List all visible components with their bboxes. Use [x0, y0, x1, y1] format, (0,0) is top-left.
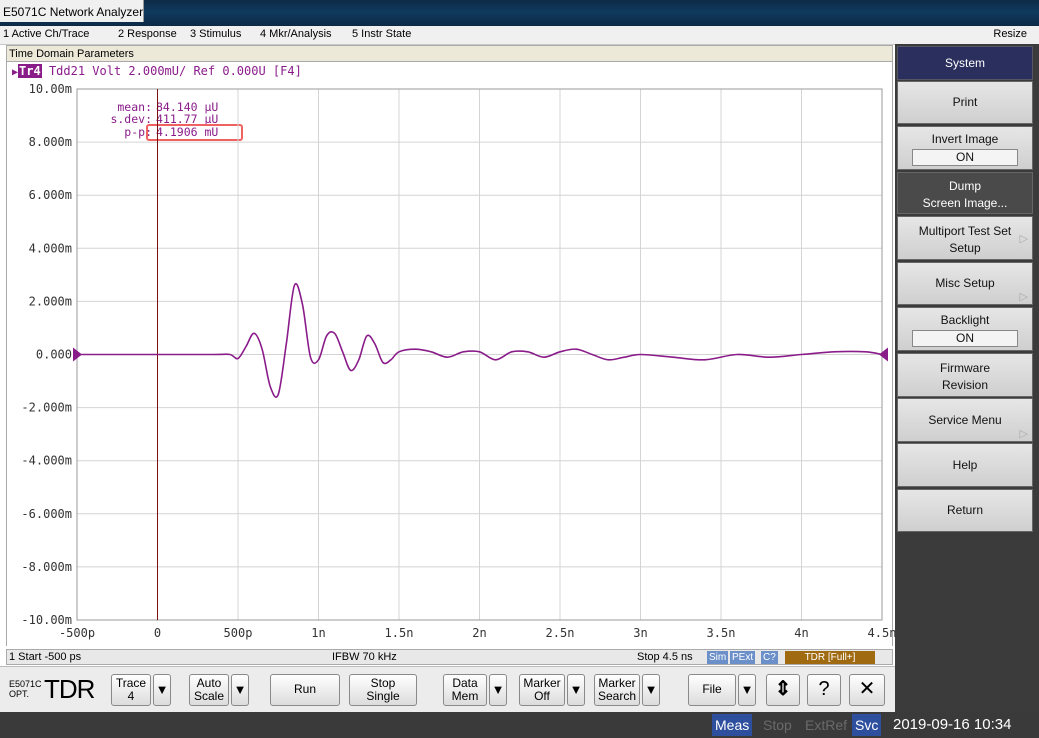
y-tick-label: -8.000m	[21, 560, 72, 574]
x-tick-label: 3.5n	[707, 626, 736, 640]
y-tick-label: -2.000m	[21, 401, 72, 415]
x-tick-label: 4n	[794, 626, 808, 640]
marker-search-dropdown-icon[interactable]: ▼	[642, 674, 660, 706]
backlight-state: ON	[912, 330, 1018, 347]
softkey-panel: System Print Invert Image ON Dump Screen …	[895, 44, 1039, 712]
softkey-dump-screen-image[interactable]: Dump Screen Image...	[897, 172, 1033, 214]
extref-indicator: ExtRef	[805, 717, 848, 733]
badge-cal: C?	[761, 651, 778, 664]
auto-scale-dropdown-icon[interactable]: ▼	[231, 674, 249, 706]
marker-search-button[interactable]: Marker Search	[594, 674, 640, 706]
softkey-return[interactable]: Return	[897, 489, 1033, 532]
y-tick-label: 10.00m	[29, 82, 72, 96]
x-tick-label: 1.5n	[385, 626, 414, 640]
file-dropdown-icon[interactable]: ▼	[738, 674, 756, 706]
x-tick-label: -500p	[59, 626, 95, 640]
x-tick-label: 0	[154, 626, 161, 640]
x-tick-label: 2.5n	[546, 626, 575, 640]
badge-pext: PExt	[730, 651, 756, 664]
badge-sim: Sim	[707, 651, 729, 664]
submenu-arrow-icon: ▷	[1019, 233, 1028, 245]
datetime: 2019-09-16 10:34	[893, 716, 1012, 733]
y-tick-label: -10.00m	[21, 613, 72, 627]
run-button[interactable]: Run	[270, 674, 340, 706]
softkey-service-menu[interactable]: Service Menu ▷	[897, 398, 1033, 442]
x-tick-label: 1n	[311, 626, 325, 640]
x-tick-label: 3n	[633, 626, 647, 640]
y-tick-label: 0.000	[36, 348, 72, 362]
status-start: 1 Start -500 ps	[9, 651, 82, 663]
softkey-misc-setup[interactable]: Misc Setup ▷	[897, 262, 1033, 305]
stop-indicator: Stop	[763, 717, 792, 733]
marker-off-dropdown-icon[interactable]: ▼	[567, 674, 585, 706]
softkey-multiport-test-set[interactable]: Multiport Test Set Setup ▷	[897, 216, 1033, 260]
file-button[interactable]: File	[688, 674, 736, 706]
data-mem-dropdown-icon[interactable]: ▼	[489, 674, 507, 706]
auto-scale-button[interactable]: Auto Scale	[189, 674, 229, 706]
softkey-firmware-revision[interactable]: Firmware Revision	[897, 353, 1033, 397]
tdr-toolbar: E5071C OPT. TDR Trace 4 ▼ Auto Scale ▼ Run …	[0, 666, 895, 713]
y-tick-label: 2.000m	[29, 294, 72, 308]
svc-indicator: Svc	[852, 714, 882, 736]
status-bar: 1 Start -500 ps IFBW 70 kHz Stop 4.5 ns …	[6, 649, 893, 665]
trace-button[interactable]: Trace 4	[111, 674, 151, 706]
status-stop: Stop 4.5 ns	[637, 651, 693, 663]
status-ifbw: IFBW 70 kHz	[332, 651, 397, 663]
y-tick-label: -4.000m	[21, 454, 72, 468]
softkey-system[interactable]: System	[897, 46, 1033, 80]
resize-button[interactable]: Resize	[993, 28, 1027, 40]
tdr-logo: TDR	[44, 674, 95, 704]
model-label: E5071C OPT.	[9, 679, 42, 699]
updown-icon[interactable]: ⇕	[766, 674, 800, 706]
meas-indicator: Meas	[712, 714, 753, 736]
marker-off-button[interactable]: Marker Off	[519, 674, 565, 706]
softkey-backlight[interactable]: Backlight ON	[897, 307, 1033, 351]
x-tick-label: 2n	[472, 626, 486, 640]
close-icon[interactable]: ✕	[849, 674, 885, 706]
x-tick-label: 500p	[224, 626, 253, 640]
softkey-help[interactable]: Help	[897, 443, 1033, 487]
data-mem-button[interactable]: Data Mem	[443, 674, 487, 706]
x-tick-label: 4.5n	[868, 626, 895, 640]
y-tick-label: 8.000m	[29, 135, 72, 149]
softkey-invert-image[interactable]: Invert Image ON	[897, 126, 1033, 170]
instrument-status-bar: Meas Stop ExtRef Svc 2019-09-16 10:34	[0, 712, 1039, 738]
y-tick-label: -6.000m	[21, 507, 72, 521]
badge-tdr: TDR [Full+]	[785, 651, 875, 664]
invert-image-state: ON	[912, 149, 1018, 166]
stop-single-button[interactable]: Stop Single	[349, 674, 417, 706]
softkey-print[interactable]: Print	[897, 81, 1033, 124]
tdr-chart: 10.00m 8.000m 6.000m 4.000m 2.000m 0.000 -2.00…	[21, 82, 895, 640]
y-tick-label: 4.000m	[29, 241, 72, 255]
help-icon[interactable]: ?	[807, 674, 841, 706]
trace-dropdown-icon[interactable]: ▼	[153, 674, 171, 706]
y-tick-label: 6.000m	[29, 188, 72, 202]
